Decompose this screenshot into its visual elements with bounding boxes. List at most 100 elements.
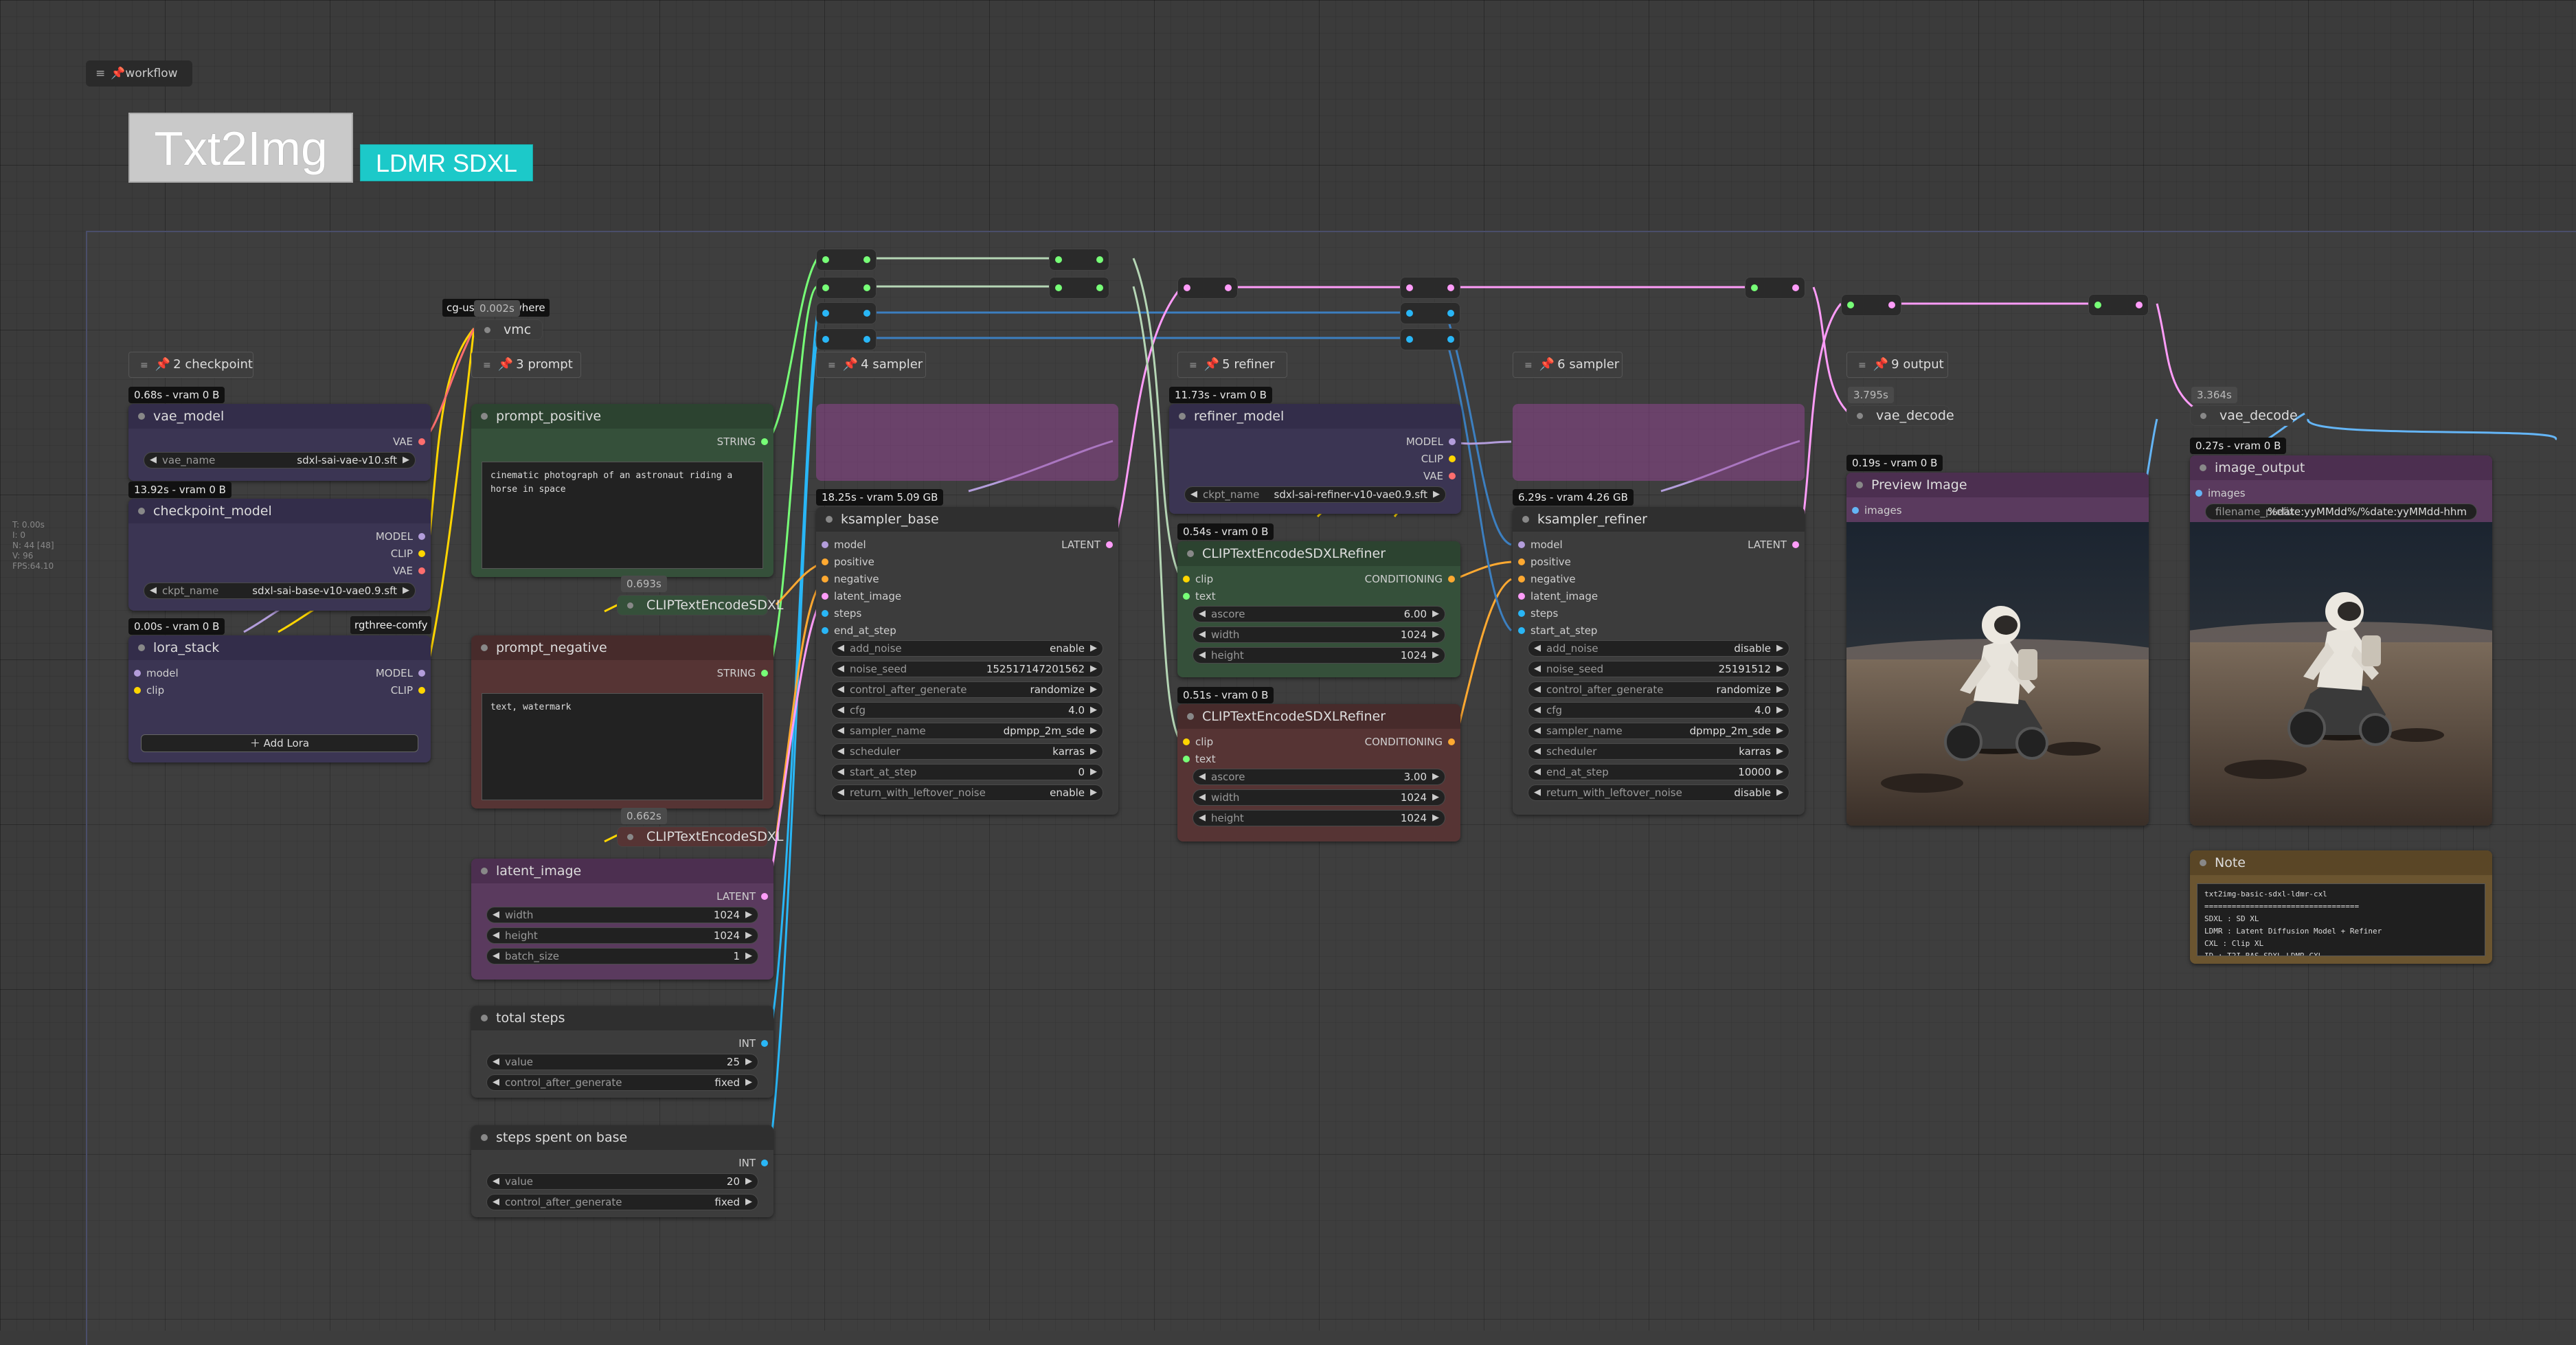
input-slot[interactable] <box>822 610 828 617</box>
return-with-leftover-noise-widget[interactable]: ◀ return_with_leftover_noise disable ▶ <box>1528 784 1789 801</box>
negative-prompt-textarea[interactable]: text, watermark <box>482 693 763 800</box>
input-slot[interactable] <box>822 256 829 263</box>
input-slot[interactable] <box>1183 576 1190 583</box>
arrow-left-icon[interactable]: ◀ <box>837 744 844 759</box>
arrow-left-icon[interactable]: ◀ <box>1534 744 1541 759</box>
arrow-right-icon[interactable]: ▶ <box>745 1054 752 1070</box>
input-slot[interactable] <box>1518 541 1525 548</box>
output-slot[interactable] <box>1448 576 1455 583</box>
refiner-model-node[interactable]: refiner_model MODEL CLIP VAE ◀ ckpt_name s… <box>1169 404 1461 514</box>
output-slot[interactable] <box>863 284 870 291</box>
output-slot[interactable] <box>863 336 870 343</box>
output-slot[interactable] <box>418 550 425 557</box>
output-slot[interactable] <box>2136 302 2143 308</box>
arrow-left-icon[interactable]: ◀ <box>493 1174 499 1189</box>
reroute-node[interactable] <box>1841 294 1901 316</box>
sampler-name-widget[interactable]: ◀ sampler_name dpmpp_2m_sde ▶ <box>831 723 1103 739</box>
astronaut-output-image[interactable] <box>2190 522 2492 826</box>
group-tag-sampler[interactable]: ≡ 📌 4 sampler <box>816 352 926 378</box>
checkpoint-model-node[interactable]: checkpoint_model MODEL CLIP VAE ◀ ckpt_na… <box>128 499 431 611</box>
arrow-right-icon[interactable]: ▶ <box>1776 744 1783 759</box>
arrow-left-icon[interactable]: ◀ <box>837 723 844 738</box>
arrow-left-icon[interactable]: ◀ <box>150 583 157 598</box>
arrow-right-icon[interactable]: ▶ <box>745 928 752 943</box>
width-widget[interactable]: ◀ width 1024 ▶ <box>1193 626 1445 643</box>
arrow-left-icon[interactable]: ◀ <box>1199 648 1206 663</box>
clip-text-encode-sdxl-refiner-positive-node[interactable]: CLIPTextEncodeSDXLRefiner clip text COND… <box>1177 541 1460 677</box>
reroute-node[interactable] <box>2088 294 2149 316</box>
control-after-generate-widget[interactable]: ◀ control_after_generate fixed ▶ <box>486 1194 758 1210</box>
reroute-node[interactable] <box>1400 277 1460 299</box>
input-slot[interactable] <box>1518 576 1525 583</box>
input-slot[interactable] <box>134 687 141 694</box>
width-widget[interactable]: ◀ width 1024 ▶ <box>1193 789 1445 806</box>
arrow-left-icon[interactable]: ◀ <box>1199 607 1206 622</box>
reroute-node[interactable] <box>1400 302 1460 324</box>
note-node[interactable]: Note txt2img-basic-sdxl-ldmr-cxl =======… <box>2190 850 2492 964</box>
arrow-right-icon[interactable]: ▶ <box>1432 648 1439 663</box>
arrow-left-icon[interactable]: ◀ <box>1534 662 1541 677</box>
reroute-node[interactable] <box>816 277 877 299</box>
latent-image-node[interactable]: latent_image LATENT ◀ width 1024 ▶ ◀ height 1… <box>471 859 773 980</box>
title-note-sub[interactable]: LDMR SDXL <box>360 144 533 181</box>
bypassed-node[interactable] <box>816 404 1118 481</box>
output-slot[interactable] <box>1792 284 1799 291</box>
arrow-left-icon[interactable]: ◀ <box>493 1054 499 1070</box>
cfg-widget[interactable]: ◀ cfg 4.0 ▶ <box>831 702 1103 719</box>
arrow-left-icon[interactable]: ◀ <box>837 765 844 780</box>
bypassed-node[interactable] <box>1513 404 1805 481</box>
output-slot[interactable] <box>1225 284 1232 291</box>
arrow-right-icon[interactable]: ▶ <box>1433 487 1440 502</box>
input-slot[interactable] <box>1751 284 1758 291</box>
arrow-right-icon[interactable]: ▶ <box>1432 607 1439 622</box>
input-slot[interactable] <box>822 627 828 634</box>
arrow-left-icon[interactable]: ◀ <box>837 682 844 697</box>
output-slot[interactable] <box>418 567 425 574</box>
control-after-generate-widget[interactable]: ◀ control_after_generate randomize ▶ <box>1528 681 1789 698</box>
noise-seed-widget[interactable]: ◀ noise_seed 25191512 ▶ <box>1528 661 1789 677</box>
arrow-right-icon[interactable]: ▶ <box>1776 682 1783 697</box>
return-with-leftover-noise-widget[interactable]: ◀ return_with_leftover_noise enable ▶ <box>831 784 1103 801</box>
output-slot[interactable] <box>863 256 870 263</box>
arrow-right-icon[interactable]: ▶ <box>1776 641 1783 656</box>
scheduler-widget[interactable]: ◀ scheduler karras ▶ <box>831 743 1103 760</box>
input-slot[interactable] <box>822 593 828 600</box>
vae-model-node[interactable]: vae_model VAE ◀ vae_name sdxl-sai-vae-v10.… <box>128 404 431 481</box>
value-widget[interactable]: ◀ value 25 ▶ <box>486 1054 758 1070</box>
arrow-right-icon[interactable]: ▶ <box>1432 769 1439 784</box>
note-textarea[interactable]: txt2img-basic-sdxl-ldmr-cxl ============… <box>2197 883 2485 956</box>
input-slot[interactable] <box>2195 490 2202 497</box>
arrow-right-icon[interactable]: ▶ <box>403 583 409 598</box>
steps-spent-on-base-node[interactable]: steps spent on base INT ◀ value 20 ▶ ◀ contr… <box>471 1125 773 1217</box>
arrow-left-icon[interactable]: ◀ <box>1534 682 1541 697</box>
output-slot[interactable] <box>761 1040 768 1047</box>
arrow-left-icon[interactable]: ◀ <box>1199 811 1206 826</box>
astronaut-preview-image[interactable] <box>1846 522 2149 826</box>
arrow-right-icon[interactable]: ▶ <box>1432 790 1439 805</box>
arrow-right-icon[interactable]: ▶ <box>1432 627 1439 642</box>
output-slot[interactable] <box>1449 473 1456 479</box>
output-slot[interactable] <box>1888 302 1895 308</box>
output-slot[interactable] <box>1448 738 1455 745</box>
add-noise-widget[interactable]: ◀ add_noise disable ▶ <box>1528 640 1789 657</box>
preview-image-node[interactable]: Preview Image images <box>1846 473 2149 826</box>
output-slot[interactable] <box>761 438 768 445</box>
arrow-right-icon[interactable]: ▶ <box>745 949 752 964</box>
arrow-left-icon[interactable]: ◀ <box>493 1195 499 1210</box>
output-slot[interactable] <box>761 670 768 677</box>
input-slot[interactable] <box>1406 336 1413 343</box>
input-slot[interactable] <box>1184 284 1190 291</box>
arrow-right-icon[interactable]: ▶ <box>1776 785 1783 800</box>
arrow-left-icon[interactable]: ◀ <box>837 785 844 800</box>
arrow-left-icon[interactable]: ◀ <box>837 662 844 677</box>
output-slot[interactable] <box>418 687 425 694</box>
input-slot[interactable] <box>1183 756 1190 762</box>
arrow-left-icon[interactable]: ◀ <box>1199 769 1206 784</box>
arrow-left-icon[interactable]: ◀ <box>1199 790 1206 805</box>
arrow-left-icon[interactable]: ◀ <box>493 928 499 943</box>
arrow-right-icon[interactable]: ▶ <box>1090 723 1097 738</box>
output-slot[interactable] <box>418 533 425 540</box>
arrow-left-icon[interactable]: ◀ <box>837 641 844 656</box>
input-slot[interactable] <box>134 670 141 677</box>
input-slot[interactable] <box>822 284 829 291</box>
